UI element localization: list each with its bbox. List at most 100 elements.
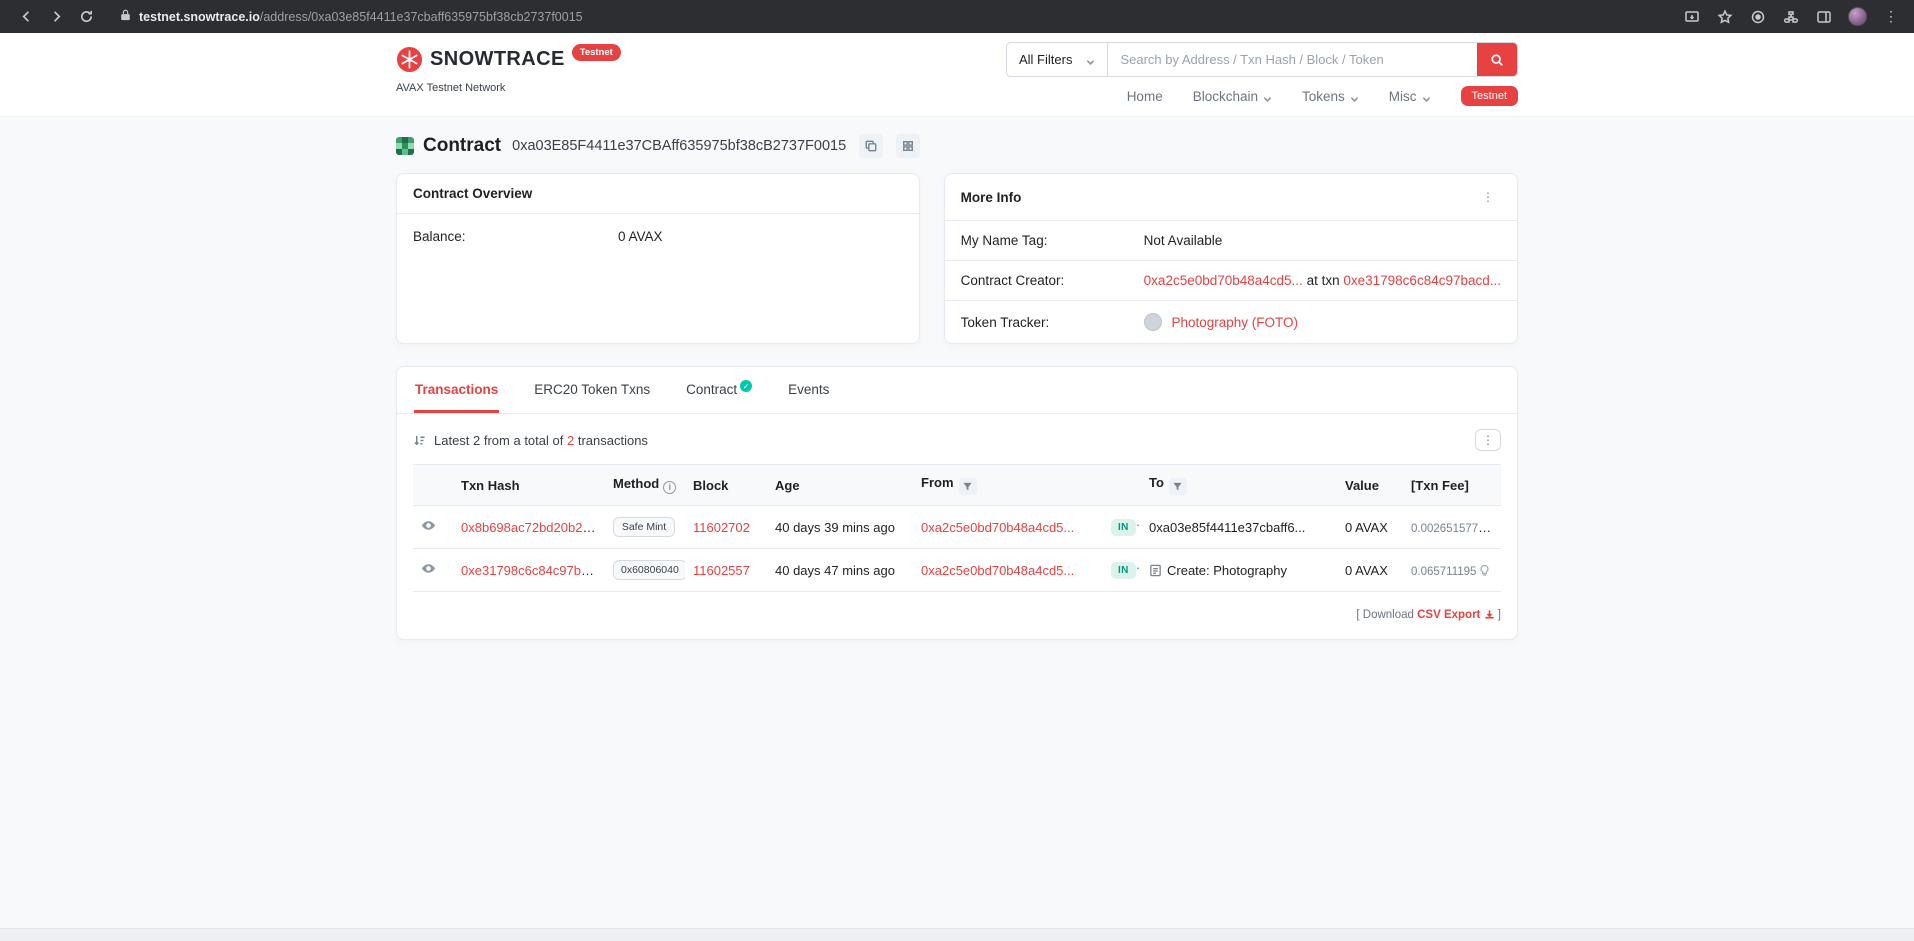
search-filter-label: All Filters — [1019, 52, 1073, 67]
install-app-icon[interactable] — [1683, 8, 1701, 26]
table-row: 0x8b698ac72bd20b2a64... Safe Mint 116027… — [413, 505, 1501, 549]
tab-transactions[interactable]: Transactions — [414, 367, 500, 413]
site-header: SNOWTRACE Testnet AVAX Testnet Network A… — [0, 33, 1914, 117]
search-filter-select[interactable]: All Filters — [1007, 43, 1109, 76]
browser-menu-icon[interactable]: ⋮ — [1882, 8, 1900, 26]
nav-item-blockchain[interactable]: Blockchain — [1193, 89, 1272, 104]
grid-view-button[interactable] — [896, 134, 921, 158]
url-text[interactable]: testnet.snowtrace.io/address/0xa03e85f44… — [139, 10, 583, 24]
tx-summary-count: 2 — [566, 432, 575, 448]
snowtrace-logo-icon — [396, 46, 423, 73]
creator-txn-link[interactable]: 0xe31798c6c84c97bacd... — [1343, 273, 1501, 288]
to-address: Create: Photography — [1167, 562, 1287, 578]
txn-fee-value: 0.0026515775 — [1411, 522, 1485, 535]
block-link[interactable]: 11602702 — [693, 520, 750, 535]
brand-testnet-badge: Testnet — [571, 44, 621, 61]
transactions-table: Txn Hash Method i Block Age From To Value… — [413, 464, 1501, 592]
funnel-icon — [1173, 482, 1182, 491]
browser-forward-icon[interactable] — [44, 5, 68, 29]
csv-export-row: [ Download CSV Export ] — [413, 609, 1501, 621]
brand-name: SNOWTRACE — [430, 48, 565, 70]
block-link[interactable]: 11602557 — [693, 563, 750, 578]
bookmark-star-icon[interactable] — [1716, 8, 1734, 26]
from-address-link[interactable]: 0xa2c5e0bd70b48a4cd5... — [921, 563, 1074, 578]
token-tracker-link[interactable]: Photography (FOTO) — [1171, 315, 1298, 330]
token-tracker-label: Token Tracker: — [960, 314, 1050, 330]
nav-item-home[interactable]: Home — [1127, 89, 1163, 104]
header-age[interactable]: Age — [767, 464, 913, 506]
chevron-down-icon — [1350, 92, 1359, 102]
to-address: 0xa03e85f4411e37cbaff6... — [1149, 519, 1306, 535]
contract-create-icon — [1149, 563, 1162, 578]
value-amount: 0 AVAX — [1345, 519, 1388, 535]
csv-download-suffix: ] — [1497, 609, 1501, 621]
download-icon — [1484, 609, 1495, 621]
header-from: From — [913, 464, 1103, 506]
tx-options-menu-button[interactable]: ⋮ — [1475, 429, 1501, 451]
nav-misc-label: Misc — [1388, 88, 1417, 104]
browser-back-icon[interactable] — [14, 5, 38, 29]
tx-summary-prefix: Latest 2 from a total of — [434, 432, 564, 448]
contract-creator-row: Contract Creator: 0xa2c5e0bd70b48a4cd5..… — [944, 261, 1517, 301]
url-domain: testnet.snowtrace.io — [139, 9, 260, 24]
to-filter-button[interactable] — [1168, 478, 1187, 495]
method-badge: 0x60806040 — [613, 560, 685, 580]
brand-logo-group[interactable]: SNOWTRACE Testnet — [396, 44, 621, 73]
secure-lock-icon[interactable] — [120, 8, 131, 26]
extension-badge-icon[interactable] — [1749, 8, 1767, 26]
token-tracker-row: Token Tracker: Photography (FOTO) — [945, 301, 1517, 343]
chevron-down-icon — [1263, 92, 1272, 102]
method-badge: Safe Mint — [613, 517, 675, 537]
csv-export-link[interactable]: CSV Export — [1417, 609, 1480, 621]
tab-bar: Transactions ERC20 Token Txns Contract ✓… — [397, 367, 1517, 414]
nav-item-tokens[interactable]: Tokens — [1302, 89, 1359, 104]
header-direction — [1103, 464, 1141, 506]
balance-label: Balance: — [413, 229, 466, 244]
preview-tx-button[interactable] — [421, 561, 436, 579]
at-txn-text: at txn — [1306, 273, 1340, 288]
header-block: Block — [685, 464, 767, 506]
nav-item-misc[interactable]: Misc — [1389, 89, 1431, 104]
table-header-row: Txn Hash Method i Block Age From To Value… — [413, 464, 1501, 506]
search-input[interactable] — [1108, 43, 1477, 76]
profile-avatar[interactable] — [1848, 7, 1867, 26]
token-logo-icon — [1143, 313, 1162, 331]
contract-address: 0xa03E85F4411e37CBAff635975bf38cB2737F00… — [512, 138, 847, 154]
name-tag-label: My Name Tag: — [960, 233, 1048, 248]
creator-address-link[interactable]: 0xa2c5e0bd70b48a4cd5... — [1144, 273, 1303, 288]
more-info-menu-button[interactable]: ⋮ — [1475, 186, 1501, 208]
from-filter-button[interactable] — [958, 478, 977, 495]
header-txn-hash: Txn Hash — [453, 464, 605, 506]
direction-badge: IN — [1111, 519, 1136, 536]
tab-erc20-token-txns[interactable]: ERC20 Token Txns — [533, 367, 651, 413]
header-txn-fee: [Txn Fee] — [1403, 464, 1501, 506]
table-row: 0xe31798c6c84c97bacd... 0x60806040 11602… — [413, 548, 1501, 592]
main-nav: Home Blockchain Tokens Misc Testnet — [1127, 86, 1518, 106]
extensions-puzzle-icon[interactable] — [1782, 8, 1800, 26]
txn-hash-link[interactable]: 0xe31798c6c84c97bacd... — [461, 563, 605, 578]
search-icon — [1491, 53, 1503, 66]
more-info-card: More Info ⋮ My Name Tag: Not Available C… — [943, 173, 1518, 344]
side-panel-icon[interactable] — [1815, 8, 1833, 26]
preview-tx-button[interactable] — [421, 518, 436, 536]
balance-value: 0 AVAX — [618, 229, 663, 244]
search-button[interactable] — [1477, 43, 1517, 76]
tab-events[interactable]: Events — [787, 367, 830, 413]
txn-fee-value: 0.065711195 — [1411, 565, 1477, 578]
nav-testnet-button[interactable]: Testnet — [1460, 86, 1518, 106]
csv-download-prefix: [ Download — [1356, 609, 1414, 621]
browser-refresh-icon[interactable] — [74, 5, 98, 29]
contract-creator-label: Contract Creator: — [960, 273, 1065, 288]
tab-contract[interactable]: Contract ✓ — [685, 367, 753, 413]
copy-address-button[interactable] — [859, 134, 884, 158]
direction-badge: IN — [1111, 562, 1136, 579]
tx-summary-suffix: transactions — [577, 432, 648, 448]
txn-hash-link[interactable]: 0x8b698ac72bd20b2a64... — [461, 520, 605, 535]
from-address-link[interactable]: 0xa2c5e0bd70b48a4cd5... — [921, 520, 1074, 535]
address-bar[interactable]: testnet.snowtrace.io/address/0xa03e85f44… — [120, 5, 1661, 29]
header-view — [413, 464, 453, 506]
token-tracker-value: Photography (FOTO) — [1143, 313, 1298, 331]
method-info-icon[interactable]: i — [663, 480, 677, 494]
network-label: AVAX Testnet Network — [396, 82, 506, 94]
tab-events-label: Events — [788, 382, 830, 397]
